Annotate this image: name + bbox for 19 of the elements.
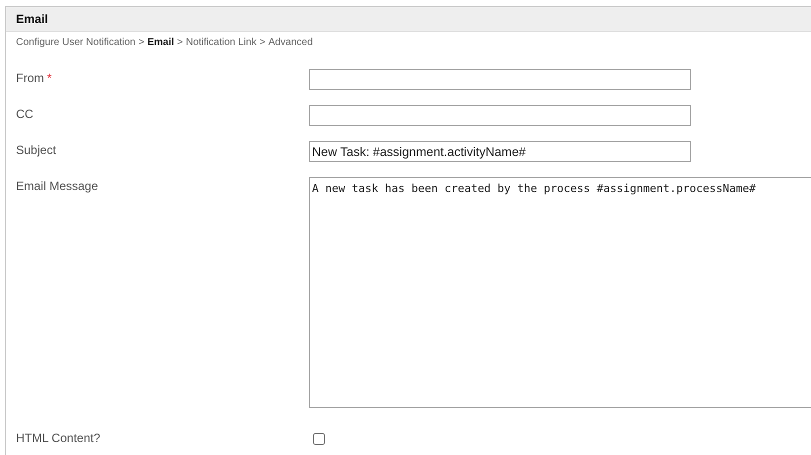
required-mark: * bbox=[47, 71, 52, 85]
breadcrumb-link[interactable]: Email bbox=[147, 37, 174, 57]
text-field[interactable] bbox=[309, 69, 691, 90]
breadcrumb-link[interactable]: Notification Link bbox=[186, 37, 256, 57]
field-label: HTML Content? bbox=[16, 431, 100, 445]
text-field[interactable] bbox=[309, 105, 691, 126]
breadcrumb-separator: > bbox=[177, 37, 183, 50]
message-field[interactable]: A new task has been created by the process #assignment.processName# bbox=[309, 177, 811, 408]
field-label: From bbox=[16, 71, 44, 85]
field-label: Subject bbox=[16, 143, 56, 157]
breadcrumb-link[interactable]: Configure User Notification bbox=[16, 37, 136, 57]
text-field[interactable]: New Task: #assignment.activityName# bbox=[309, 141, 691, 162]
breadcrumb-separator: > bbox=[138, 37, 144, 50]
checkbox[interactable] bbox=[313, 433, 325, 445]
panel-title: Email bbox=[16, 12, 48, 26]
breadcrumb-link[interactable]: Advanced bbox=[268, 37, 313, 57]
breadcrumb-separator: > bbox=[259, 37, 266, 50]
field-label: Email Message bbox=[16, 179, 98, 193]
field-label: CC bbox=[16, 107, 34, 121]
